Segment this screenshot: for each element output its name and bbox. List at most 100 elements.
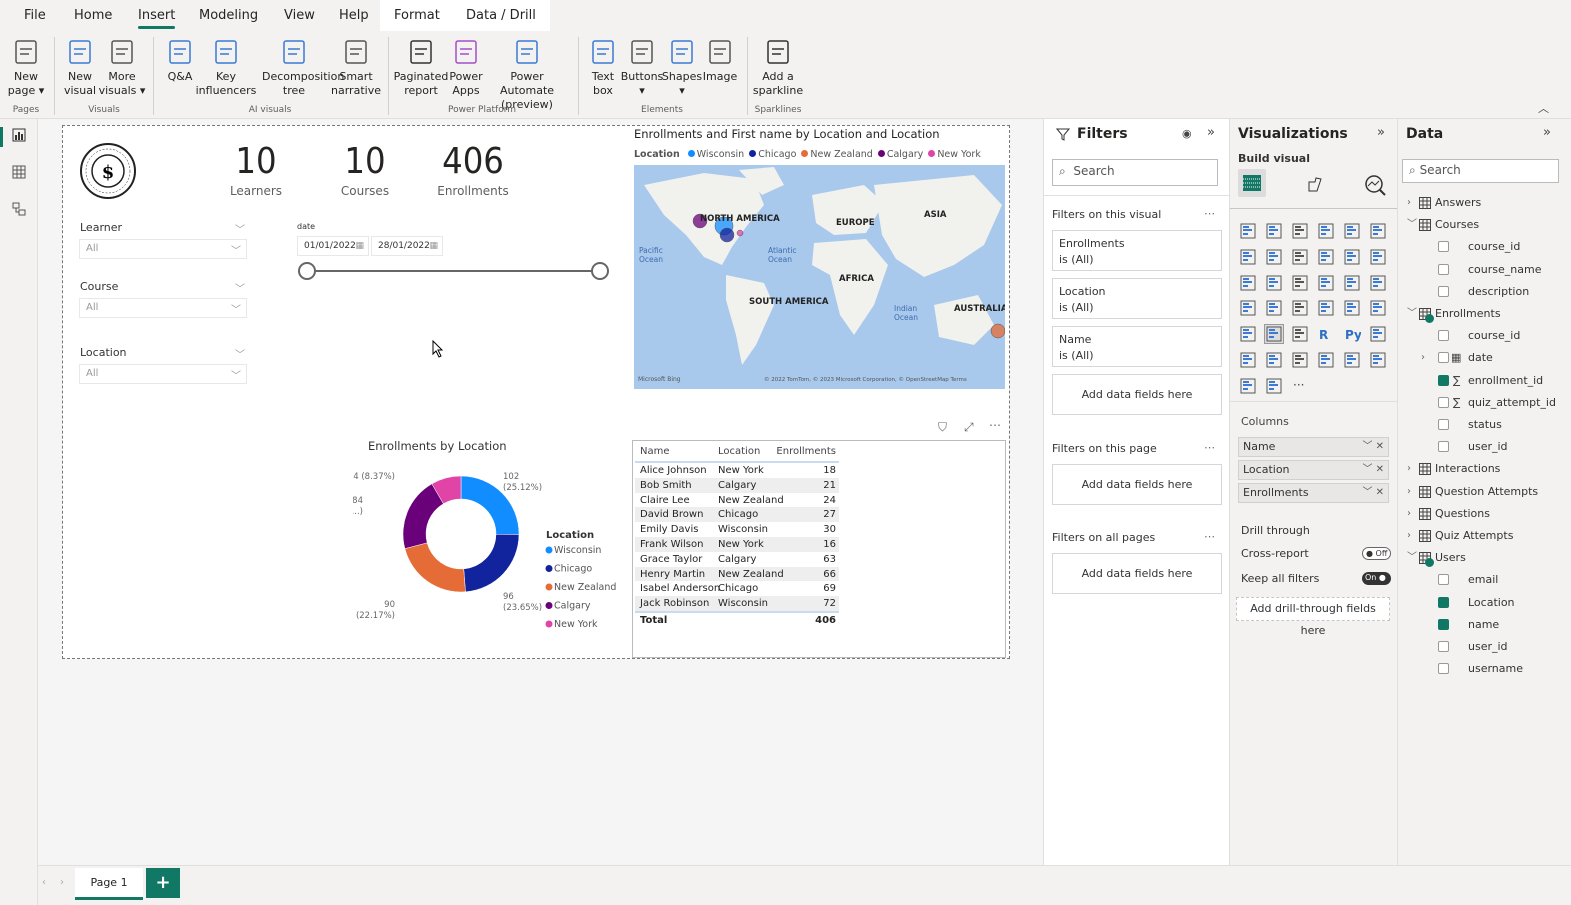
map-attribution[interactable]: © 2022 TomTom, © 2023 Microsoft Corporat… — [764, 376, 967, 383]
field-checkbox[interactable] — [1438, 285, 1449, 297]
tab-format[interactable]: Format — [380, 0, 454, 31]
prev-page-icon[interactable]: ‹ — [42, 877, 46, 888]
column-header[interactable]: Enrollments — [776, 444, 836, 459]
table-visual[interactable]: Name Location Enrollments Alice Johnson New … — [632, 440, 1006, 658]
field-checkbox[interactable] — [1438, 352, 1449, 364]
chevron-right-icon[interactable]: › — [1407, 482, 1411, 502]
chevron-down-remove-icons[interactable]: ﹀ ✕ — [1362, 461, 1384, 479]
column-header[interactable]: Location — [718, 444, 760, 459]
chevron-down-icon[interactable]: ﹀ — [1407, 548, 1417, 568]
field-checkbox[interactable] — [1438, 263, 1449, 275]
map-bubble-new-zealand[interactable] — [990, 323, 1005, 339]
chevron-right-icon[interactable]: › — [1407, 459, 1411, 479]
eye-icon[interactable]: ◉ — [1182, 127, 1192, 140]
metrics-visual-icon[interactable] — [1317, 351, 1335, 369]
field-node-course_id[interactable]: course_id — [1398, 237, 1571, 257]
multi-row-card-visual-icon[interactable] — [1343, 299, 1361, 317]
field-node-quiz_attempt_id[interactable]: ∑ quiz_attempt_id — [1398, 393, 1571, 413]
donut-legend-item[interactable]: Calgary — [554, 601, 591, 612]
add-all-pages-filter-field[interactable]: Add data fields here — [1052, 553, 1222, 594]
table-row[interactable]: Alice Johnson New York 18 — [635, 463, 839, 478]
donut-legend-item[interactable]: Chicago — [554, 564, 592, 575]
table-row[interactable]: Henry Martin New Zealand 66 — [635, 566, 839, 582]
table-row[interactable]: Grace Taylor Calgary 63 — [635, 551, 839, 567]
waterfall-visual-icon[interactable] — [1239, 274, 1257, 292]
gauge-visual-icon[interactable] — [1291, 299, 1309, 317]
tab-data-drill[interactable]: Data / Drill — [452, 0, 550, 31]
date-end-input[interactable]: 28/01/2022 ▦ — [371, 236, 443, 256]
power-apps-button[interactable]: Power Apps — [434, 37, 498, 98]
kpi-visual-icon[interactable] — [1369, 299, 1387, 317]
field-node-course_id[interactable]: course_id — [1398, 326, 1571, 346]
sparkline-button[interactable]: Add a sparkline — [746, 37, 810, 98]
table-row[interactable]: Frank Wilson New York 16 — [635, 537, 839, 552]
field-checkbox[interactable] — [1438, 574, 1449, 586]
field-checkbox[interactable] — [1438, 641, 1449, 652]
map-bubble-new-york[interactable] — [736, 229, 744, 237]
chevron-right-icon[interactable]: › — [1407, 526, 1411, 546]
key-influencers-button[interactable]: Key influencers — [194, 37, 258, 98]
field-checkbox[interactable] — [1438, 596, 1449, 608]
filter-card-location[interactable]: Location is (All) — [1052, 278, 1222, 319]
report-view-icon[interactable] — [12, 128, 26, 142]
tab-file[interactable]: File — [10, 0, 60, 31]
donut-chart[interactable]: 102(25.12%) 96(23.65%) 90(22.17%) 84(20.6..… — [353, 471, 633, 631]
model-view-icon[interactable] — [12, 202, 26, 216]
field-checkbox[interactable] — [1438, 419, 1449, 430]
collapse-data-icon[interactable]: » — [1543, 125, 1551, 140]
tab-insert[interactable]: Insert — [124, 0, 189, 31]
funnel-visual-icon[interactable] — [1265, 274, 1283, 292]
tab-help[interactable]: Help — [325, 0, 383, 31]
slicer-dropdown-course[interactable]: All ﹀ — [79, 298, 247, 318]
analytics-icon[interactable] — [1364, 174, 1386, 196]
table-row[interactable]: Jack Robinson Wisconsin 72 — [635, 596, 839, 611]
column-field-location[interactable]: Location ﹀ ✕ — [1238, 460, 1389, 480]
python-visual-visual-icon[interactable]: Py — [1343, 325, 1361, 343]
calendar-icon[interactable]: ▦ — [355, 241, 364, 251]
more-options-icon[interactable]: ⋯ — [1204, 441, 1215, 454]
chevron-down-icon[interactable]: ﹀ — [235, 346, 245, 361]
field-checkbox[interactable] — [1438, 396, 1449, 408]
field-checkbox[interactable] — [1438, 663, 1449, 675]
page-tab-page-1[interactable]: Page 1 — [75, 868, 143, 900]
format-visual-icon[interactable] — [1305, 174, 1325, 194]
field-node-description[interactable]: description — [1398, 282, 1571, 302]
line-clustered-column-visual-icon[interactable] — [1317, 248, 1335, 266]
chevron-down-icon[interactable]: ﹀ — [1407, 215, 1417, 235]
image-button[interactable]: Image — [688, 37, 752, 84]
ribbon-visual-icon[interactable] — [1369, 248, 1387, 266]
donut-legend-item[interactable]: Wisconsin — [554, 545, 601, 556]
r-visual-visual-icon[interactable]: R — [1317, 325, 1335, 343]
matrix-visual-icon[interactable] — [1291, 325, 1309, 343]
field-checkbox[interactable] — [1438, 241, 1449, 253]
table-row[interactable]: Claire Lee New Zealand 24 — [635, 492, 839, 508]
table-node-enrollments[interactable]: ﹀ Enrollments — [1398, 304, 1571, 324]
table-node-users[interactable]: ﹀ Users — [1398, 548, 1571, 568]
smart-narrative-button[interactable]: Smart narrative — [324, 37, 388, 98]
table-row[interactable]: Emily Davis Wisconsin 30 — [635, 522, 839, 537]
date-start-input[interactable]: 01/01/2022 ▦ — [297, 236, 369, 256]
chevron-down-remove-icons[interactable]: ﹀ ✕ — [1362, 484, 1384, 502]
slicer-dropdown-learner[interactable]: All ﹀ — [79, 239, 247, 259]
column-header[interactable]: Name — [640, 444, 670, 459]
more-visual-icon[interactable]: ··· — [1291, 377, 1309, 395]
table-node-answers[interactable]: › Answers — [1398, 193, 1571, 213]
table-visual-icon[interactable] — [1264, 324, 1284, 345]
map-visual[interactable]: NORTH AMERICA EUROPE ASIA AFRICA SOUTH AMERI… — [634, 165, 1005, 389]
field-node-name[interactable]: name — [1398, 615, 1571, 635]
donut-legend-item[interactable]: New Zealand — [554, 582, 616, 593]
more-visuals-button[interactable]: More visuals ▾ — [90, 37, 154, 98]
table-node-quiz-attempts[interactable]: › Quiz Attempts — [1398, 526, 1571, 546]
donut-visual-icon[interactable] — [1343, 274, 1361, 292]
more-options-icon[interactable]: ⋯ — [1204, 207, 1215, 220]
line-visual-icon[interactable] — [1239, 248, 1257, 266]
column-field-name[interactable]: Name ﹀ ✕ — [1238, 437, 1389, 457]
area-visual-icon[interactable] — [1265, 248, 1283, 266]
slicer-visual-icon[interactable] — [1239, 325, 1257, 343]
tab-view[interactable]: View — [270, 0, 329, 31]
data-search-input[interactable]: ⌕ Search — [1402, 159, 1559, 183]
chevron-down-remove-icons[interactable]: ﹀ ✕ — [1362, 438, 1384, 456]
filters-search-input[interactable]: ⌕ Search — [1052, 159, 1218, 186]
calendar-icon[interactable]: ▦ — [429, 241, 438, 251]
chevron-right-icon[interactable]: › — [1421, 348, 1425, 368]
